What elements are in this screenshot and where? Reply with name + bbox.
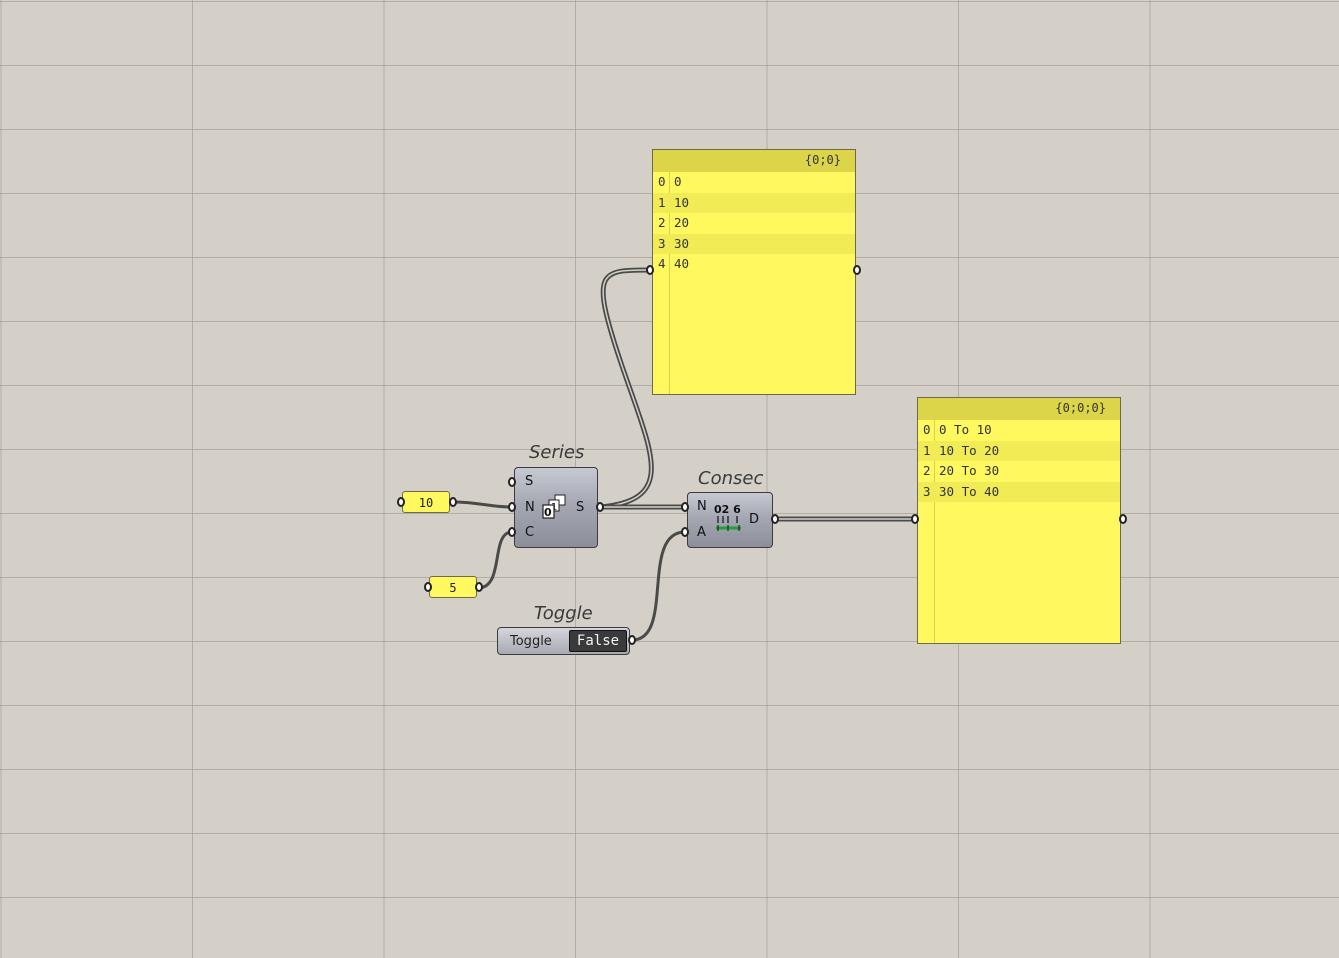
series-s-input-grip[interactable] bbox=[508, 477, 516, 487]
panel-series-input-grip[interactable] bbox=[646, 265, 654, 275]
panel-domains-output-grip[interactable] bbox=[1119, 514, 1127, 524]
list-item: 2 20 To 30 bbox=[923, 463, 1000, 478]
number-n-output-grip-right[interactable] bbox=[449, 497, 457, 507]
toggle-value-button[interactable]: False bbox=[569, 630, 627, 652]
list-item: 00 bbox=[658, 174, 682, 189]
toggle-label: Toggle bbox=[510, 634, 552, 649]
consec-caption: Consec bbox=[698, 468, 764, 489]
list-item: 1 10 To 20 bbox=[918, 440, 1120, 461]
toggle-caption: Toggle bbox=[534, 603, 593, 624]
consec-a-input-grip[interactable] bbox=[681, 527, 689, 537]
number-input-n[interactable]: 10 bbox=[402, 491, 450, 513]
number-c-output-grip[interactable] bbox=[475, 582, 483, 592]
wire-toggle-to-consec bbox=[630, 530, 687, 642]
panel-series-output-grip[interactable] bbox=[853, 265, 861, 275]
consec-n-input-grip[interactable] bbox=[681, 502, 689, 512]
series-input-s: S bbox=[525, 474, 534, 489]
consec-d-output-grip[interactable] bbox=[771, 514, 779, 524]
list-item: 00 To 10 bbox=[923, 422, 992, 437]
consec-component[interactable]: N A D 02 6 bbox=[687, 492, 773, 548]
list-item: 1 10 bbox=[653, 192, 855, 213]
list-item: 3 30 bbox=[653, 233, 855, 254]
series-c-input-grip[interactable] bbox=[508, 527, 516, 537]
number-n-output-grip[interactable] bbox=[397, 497, 405, 507]
series-caption: Series bbox=[529, 442, 585, 463]
wire-n-input bbox=[450, 500, 514, 509]
panel-series-output[interactable]: {0;0} 00 1 10 2 20 3 30 4 40 bbox=[652, 149, 856, 395]
wire-c-input bbox=[476, 530, 514, 590]
consec-input-a: A bbox=[697, 525, 706, 540]
wire-layer bbox=[450, 267, 918, 642]
consecutive-domains-icon: 02 6 bbox=[714, 503, 744, 535]
list-item: 4 40 bbox=[658, 256, 690, 271]
list-item: 2 20 bbox=[658, 215, 690, 230]
series-stack-icon: 1 0 bbox=[542, 494, 566, 519]
toggle-output-grip[interactable] bbox=[628, 635, 636, 645]
panel-domains-output[interactable]: {0;0;0} 00 To 10 1 10 To 20 2 20 To 30 3 30… bbox=[917, 397, 1121, 644]
series-input-c: C bbox=[525, 525, 535, 540]
list-item: 3 30 To 40 bbox=[918, 481, 1120, 502]
series-input-n: N bbox=[525, 500, 535, 515]
panel-domains-path: {0;0;0} bbox=[918, 398, 1120, 420]
series-n-input-grip[interactable] bbox=[508, 502, 516, 512]
panel-domains-input-grip[interactable] bbox=[911, 514, 919, 524]
consec-input-n: N bbox=[697, 499, 707, 514]
wire-series-to-panel bbox=[597, 267, 654, 510]
series-s-output-grip[interactable] bbox=[596, 502, 604, 512]
number-c-grip-left[interactable] bbox=[424, 582, 432, 592]
number-input-c[interactable]: 5 bbox=[429, 576, 477, 598]
panel-series-path: {0;0} bbox=[653, 150, 855, 172]
svg-text:0: 0 bbox=[544, 506, 552, 519]
consec-output-d: D bbox=[749, 512, 760, 527]
toggle-component[interactable]: Toggle False bbox=[497, 627, 630, 655]
series-component[interactable]: S N C S 1 0 bbox=[514, 467, 598, 548]
series-output-s: S bbox=[576, 500, 585, 515]
